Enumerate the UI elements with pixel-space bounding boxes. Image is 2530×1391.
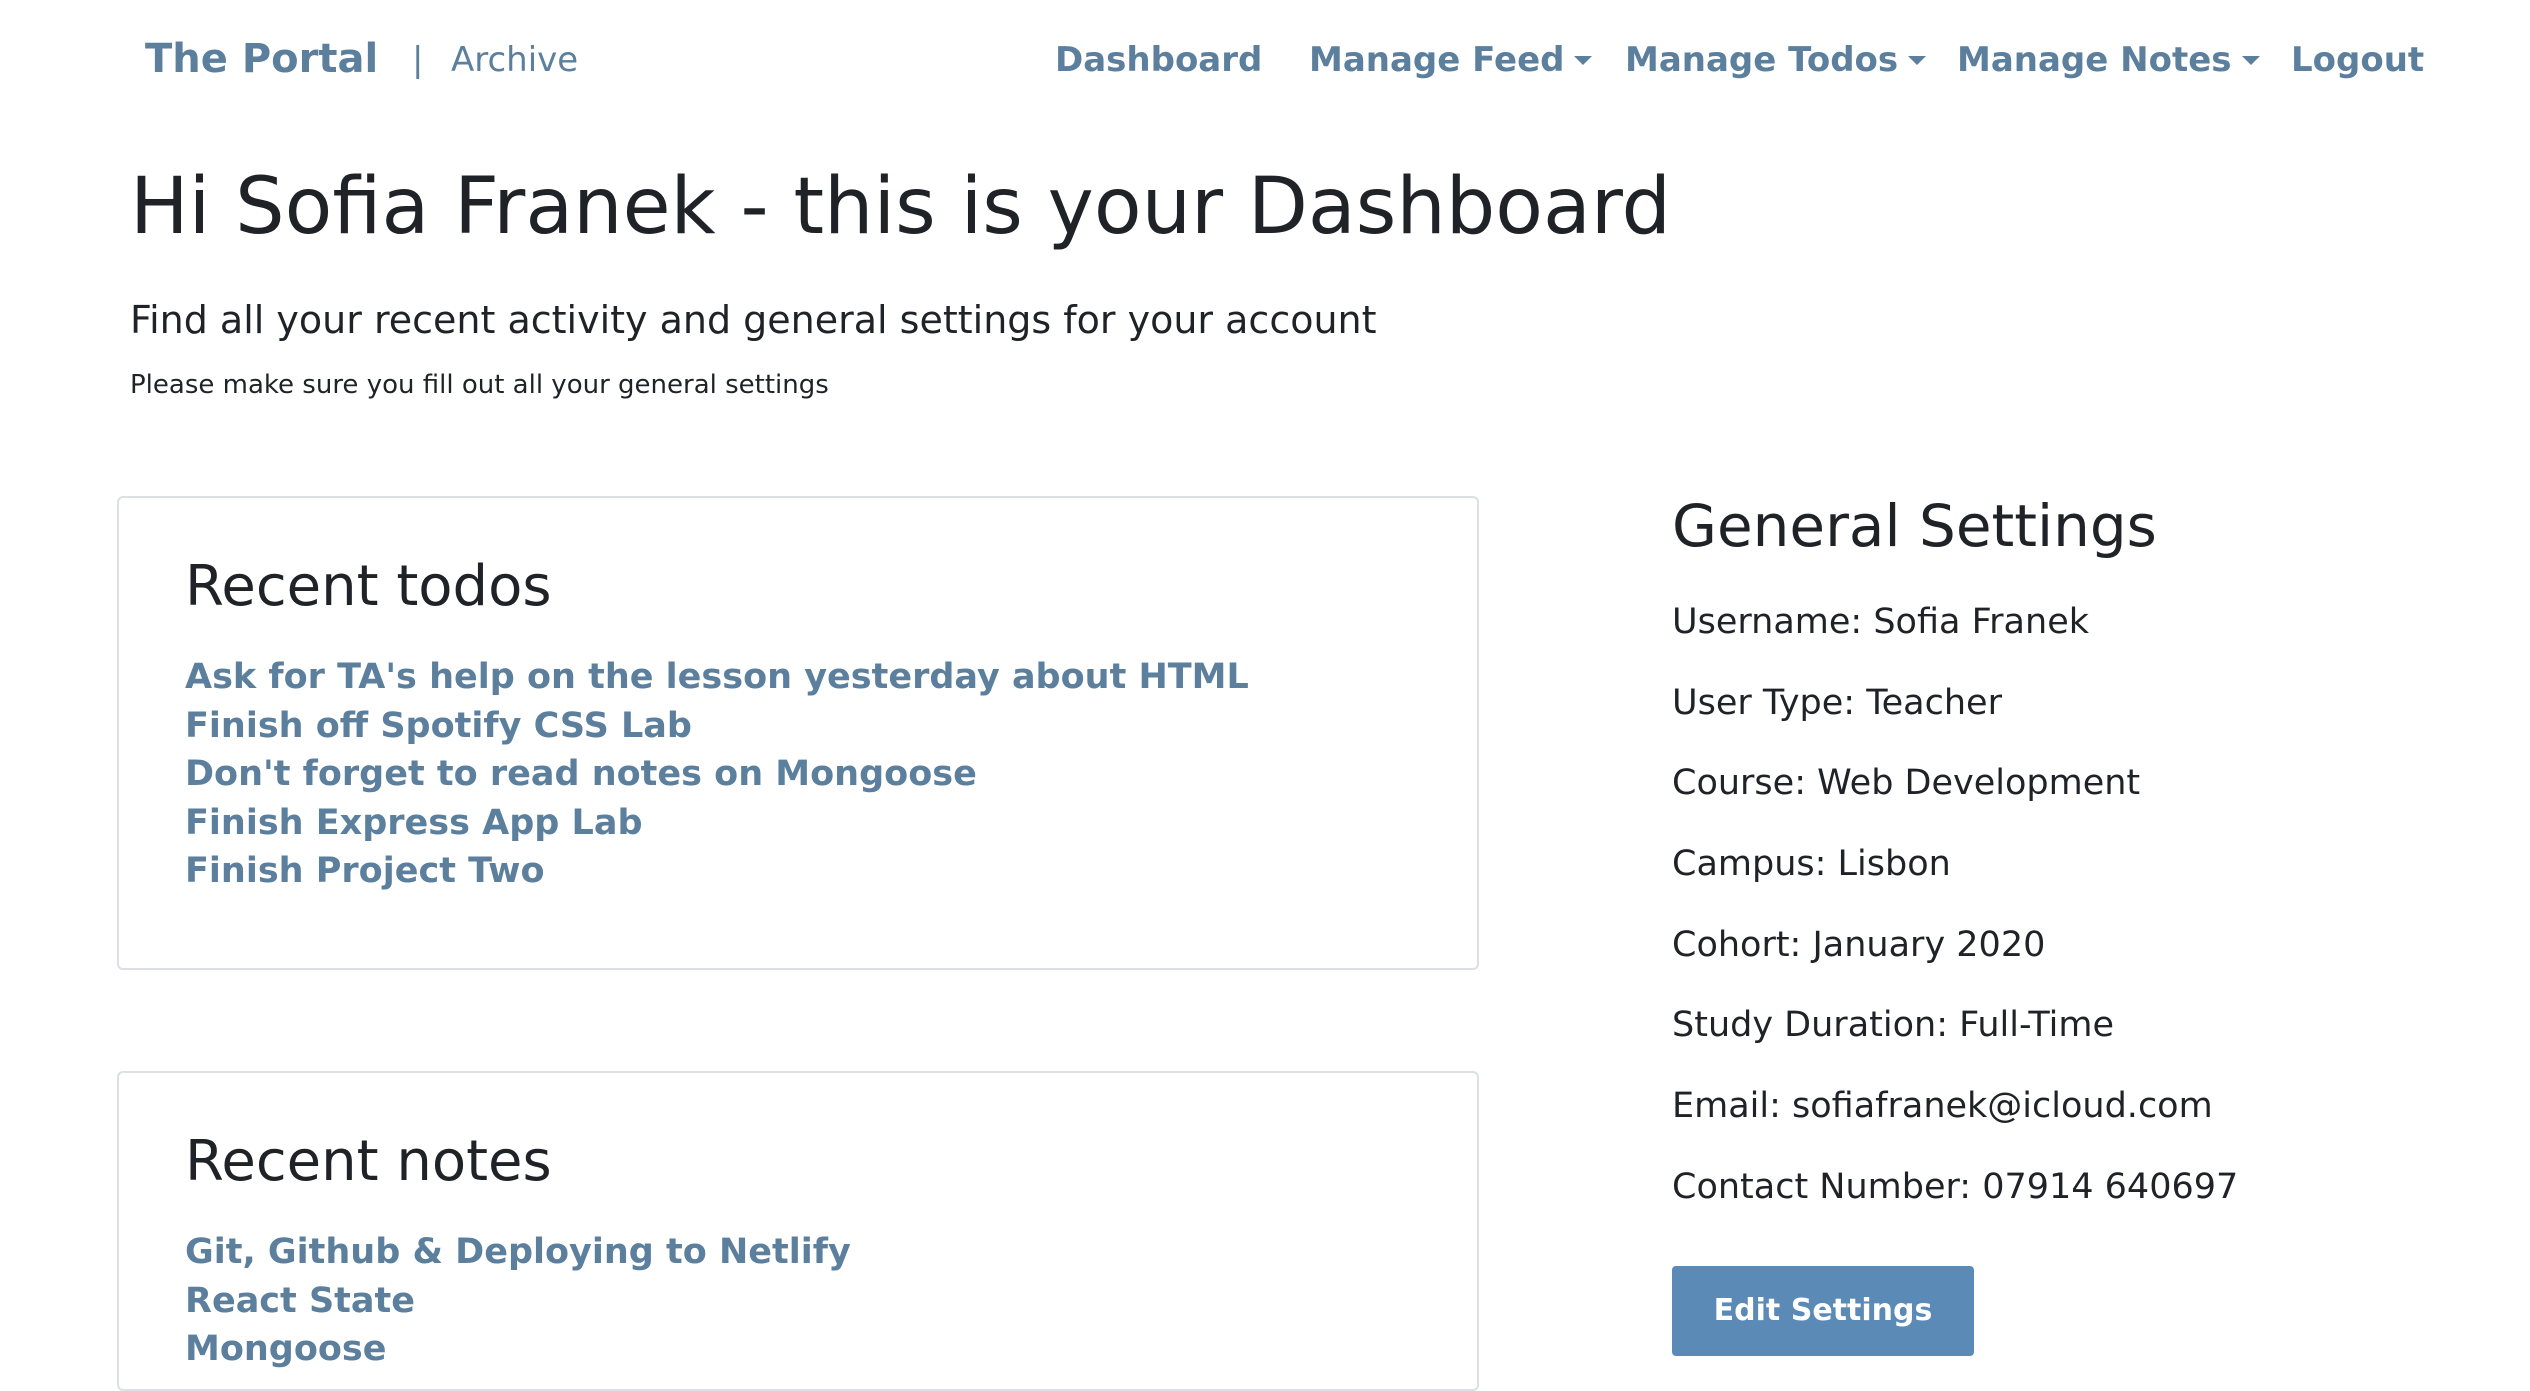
recent-notes-card: Recent notes Git, Github & Deploying to … — [117, 1071, 1479, 1391]
nav-manage-feed-label: Manage Feed — [1309, 40, 1565, 80]
page-lead: Find all your recent activity and genera… — [130, 298, 1377, 342]
setting-username: Username: Sofia Franek — [1672, 602, 2089, 642]
recent-todos-card: Recent todos Ask for TA's help on the le… — [117, 496, 1479, 970]
todo-link[interactable]: Finish Project Two — [185, 847, 1249, 896]
caret-down-icon — [1908, 55, 1927, 65]
setting-email: Email: sofiafranek@icloud.com — [1672, 1086, 2213, 1127]
todo-link[interactable]: Ask for TA's help on the lesson yesterda… — [185, 653, 1249, 702]
page-title: Hi Sofia Franek - this is your Dashboard — [130, 162, 1672, 252]
settings-list: Username: Sofia Franek User Type: Teache… — [1672, 602, 2238, 1248]
note-link[interactable]: Mongoose — [185, 1325, 851, 1374]
todo-link[interactable]: Don't forget to read notes on Mongoose — [185, 750, 1249, 799]
recent-todos-title: Recent todos — [185, 554, 552, 619]
nav-dashboard-label: Dashboard — [1055, 40, 1263, 80]
general-settings-title: General Settings — [1672, 492, 2157, 560]
caret-down-icon — [1574, 55, 1593, 65]
todo-link[interactable]: Finish Express App Lab — [185, 799, 1249, 848]
nav-manage-todos[interactable]: Manage Todos — [1625, 40, 1927, 80]
nav-dashboard[interactable]: Dashboard — [1055, 40, 1262, 80]
recent-notes-title: Recent notes — [185, 1129, 552, 1194]
archive-link[interactable]: Archive — [451, 40, 578, 80]
nav-manage-feed[interactable]: Manage Feed — [1309, 40, 1593, 80]
nav-logout-label: Logout — [2291, 40, 2425, 80]
brand-link[interactable]: The Portal — [145, 36, 378, 82]
setting-campus: Campus: Lisbon — [1672, 844, 1951, 885]
nav-manage-todos-label: Manage Todos — [1625, 40, 1899, 80]
recent-notes-list: Git, Github & Deploying to Netlify React… — [185, 1228, 851, 1374]
note-link[interactable]: Git, Github & Deploying to Netlify — [185, 1228, 851, 1277]
setting-user-type: User Type: Teacher — [1672, 682, 2002, 723]
edit-settings-button[interactable]: Edit Settings — [1672, 1266, 1974, 1356]
brand-separator: | — [412, 40, 424, 80]
setting-cohort: Cohort: January 2020 — [1672, 924, 2046, 965]
recent-todos-list: Ask for TA's help on the lesson yesterda… — [185, 653, 1249, 896]
page-note: Please make sure you fill out all your g… — [130, 370, 829, 400]
setting-study-duration: Study Duration: Full-Time — [1672, 1005, 2115, 1046]
nav-manage-notes[interactable]: Manage Notes — [1957, 40, 2260, 80]
navbar: The Portal | Archive Dashboard Manage Fe… — [0, 0, 2530, 130]
setting-contact-number: Contact Number: 07914 640697 — [1672, 1166, 2239, 1207]
nav-logout[interactable]: Logout — [2291, 40, 2424, 80]
caret-down-icon — [2241, 55, 2260, 65]
todo-link[interactable]: Finish off Spotify CSS Lab — [185, 702, 1249, 751]
note-link[interactable]: React State — [185, 1277, 851, 1326]
setting-course: Course: Web Development — [1672, 763, 2141, 804]
nav-manage-notes-label: Manage Notes — [1957, 40, 2232, 80]
